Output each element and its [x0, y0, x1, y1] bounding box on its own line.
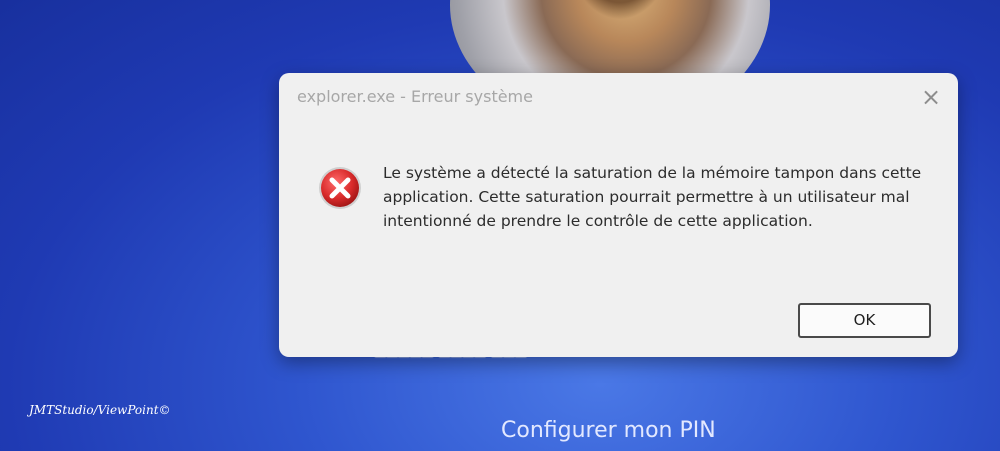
close-icon: × [920, 83, 942, 111]
dialog-title: explorer.exe - Erreur système [297, 87, 533, 106]
ok-button[interactable]: OK [798, 303, 931, 338]
error-icon [319, 167, 361, 209]
configure-pin-link[interactable]: Configurer mon PIN [501, 418, 716, 443]
error-dialog: explorer.exe - Erreur système × Le systè… [279, 73, 958, 357]
watermark: JMTStudio/ViewPoint© [29, 403, 171, 417]
error-message: Le système a détecté la saturation de la… [383, 164, 922, 230]
close-button[interactable]: × [919, 85, 943, 109]
